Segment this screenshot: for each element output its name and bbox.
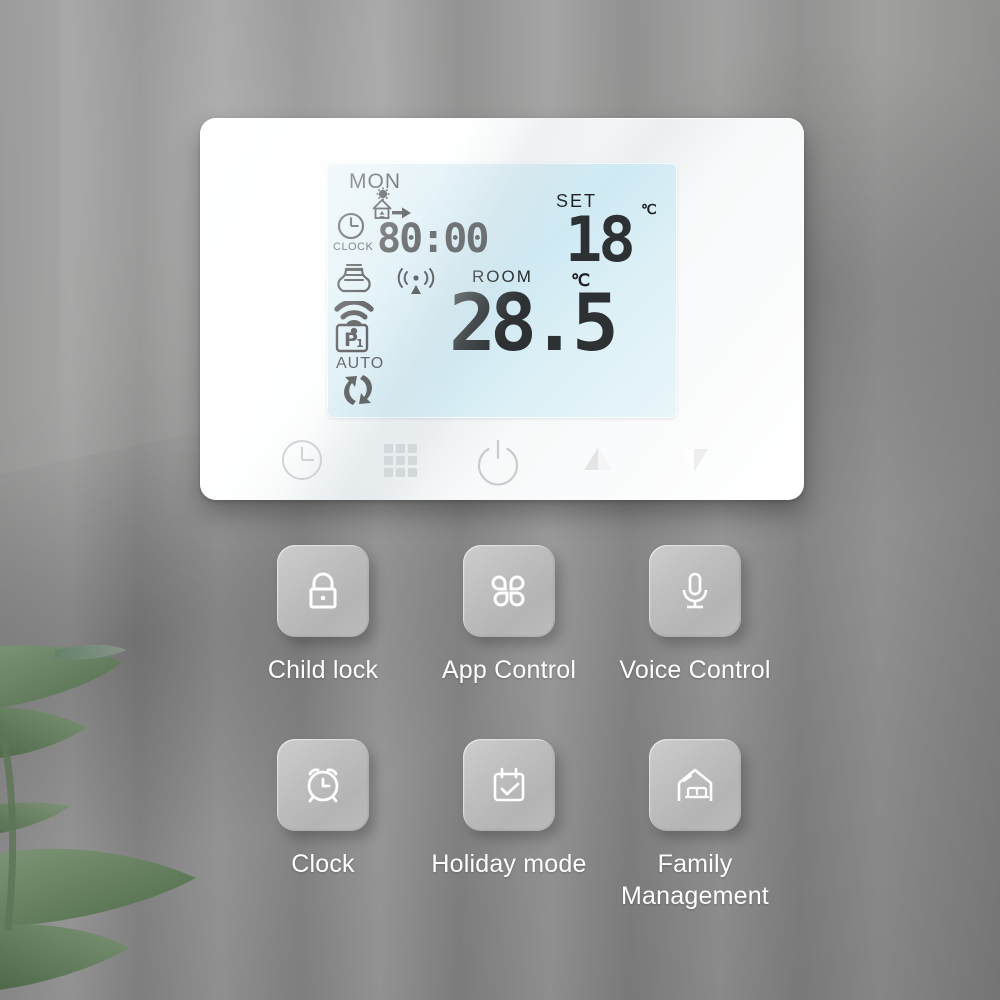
thermostat-device[interactable]: MON CLOCK 80:00 SET 18 ℃ ROOM 28.5 ℃ P 1… <box>200 118 804 500</box>
clover-apps-icon <box>491 575 525 607</box>
power-icon <box>477 439 519 486</box>
lcd-set-value: 18 <box>565 203 636 276</box>
auto-cycle-icon <box>344 375 372 405</box>
lcd-screen: MON CLOCK 80:00 SET 18 ℃ ROOM 28.5 ℃ P 1… <box>327 163 677 418</box>
calendar-check-icon <box>493 767 525 802</box>
power-button[interactable] <box>468 430 528 490</box>
svg-text:1: 1 <box>356 337 364 350</box>
feature-clock[interactable]: Clock <box>230 739 416 912</box>
heating-radiator-icon <box>337 263 371 293</box>
menu-button[interactable] <box>370 430 430 490</box>
feature-row-2: Clock Holiday mode Family Management <box>230 739 790 912</box>
feature-list: Child lock App Control Voice Control Clo… <box>230 545 790 912</box>
clock-button[interactable] <box>272 430 332 490</box>
alarm-clock-icon <box>307 768 339 803</box>
feature-tile[interactable] <box>277 545 369 637</box>
feature-label: Clock <box>291 850 355 878</box>
house-sofa-icon <box>677 768 713 801</box>
microphone-icon <box>682 572 708 609</box>
feature-tile[interactable] <box>649 545 741 637</box>
feature-child-lock[interactable]: Child lock <box>230 545 416 686</box>
product-photo-scene: MON CLOCK 80:00 SET 18 ℃ ROOM 28.5 ℃ P 1… <box>0 0 1000 1000</box>
feature-label: Holiday mode <box>431 850 587 878</box>
triangle-up-icon <box>584 448 612 470</box>
feature-tile[interactable] <box>463 545 555 637</box>
feature-family-management[interactable]: Family Management <box>602 739 788 912</box>
temperature-down-button[interactable] <box>664 430 724 490</box>
program-p1-icon: P 1 <box>335 323 369 353</box>
lcd-room-value: 28.5 <box>449 279 619 369</box>
feature-label: Family Management <box>621 850 769 910</box>
lcd-clock-value: 80:00 <box>377 216 489 262</box>
clock-icon <box>282 440 322 480</box>
touch-button-bar <box>200 430 804 490</box>
feature-app-control[interactable]: App Control <box>416 545 602 686</box>
feature-tile[interactable] <box>463 739 555 831</box>
lcd-clock-label: CLOCK <box>333 241 374 253</box>
feature-row-1: Child lock App Control Voice Control <box>230 545 790 686</box>
feature-label: Child lock <box>267 656 379 684</box>
feature-tile[interactable] <box>649 739 741 831</box>
signal-antenna-icon <box>397 268 435 294</box>
feature-holiday-mode[interactable]: Holiday mode <box>416 739 602 912</box>
clock-icon <box>337 212 365 240</box>
lcd-set-unit: ℃ <box>641 201 657 217</box>
feature-tile[interactable] <box>277 739 369 831</box>
feature-label: App Control <box>441 656 577 684</box>
feature-label: Voice Control <box>619 656 771 684</box>
grid-menu-icon <box>384 444 417 477</box>
feature-voice-control[interactable]: Voice Control <box>602 545 788 686</box>
lock-icon <box>309 572 337 609</box>
temperature-up-button[interactable] <box>568 430 628 490</box>
triangle-down-icon <box>680 449 708 472</box>
lcd-room-unit: ℃ <box>571 271 591 290</box>
